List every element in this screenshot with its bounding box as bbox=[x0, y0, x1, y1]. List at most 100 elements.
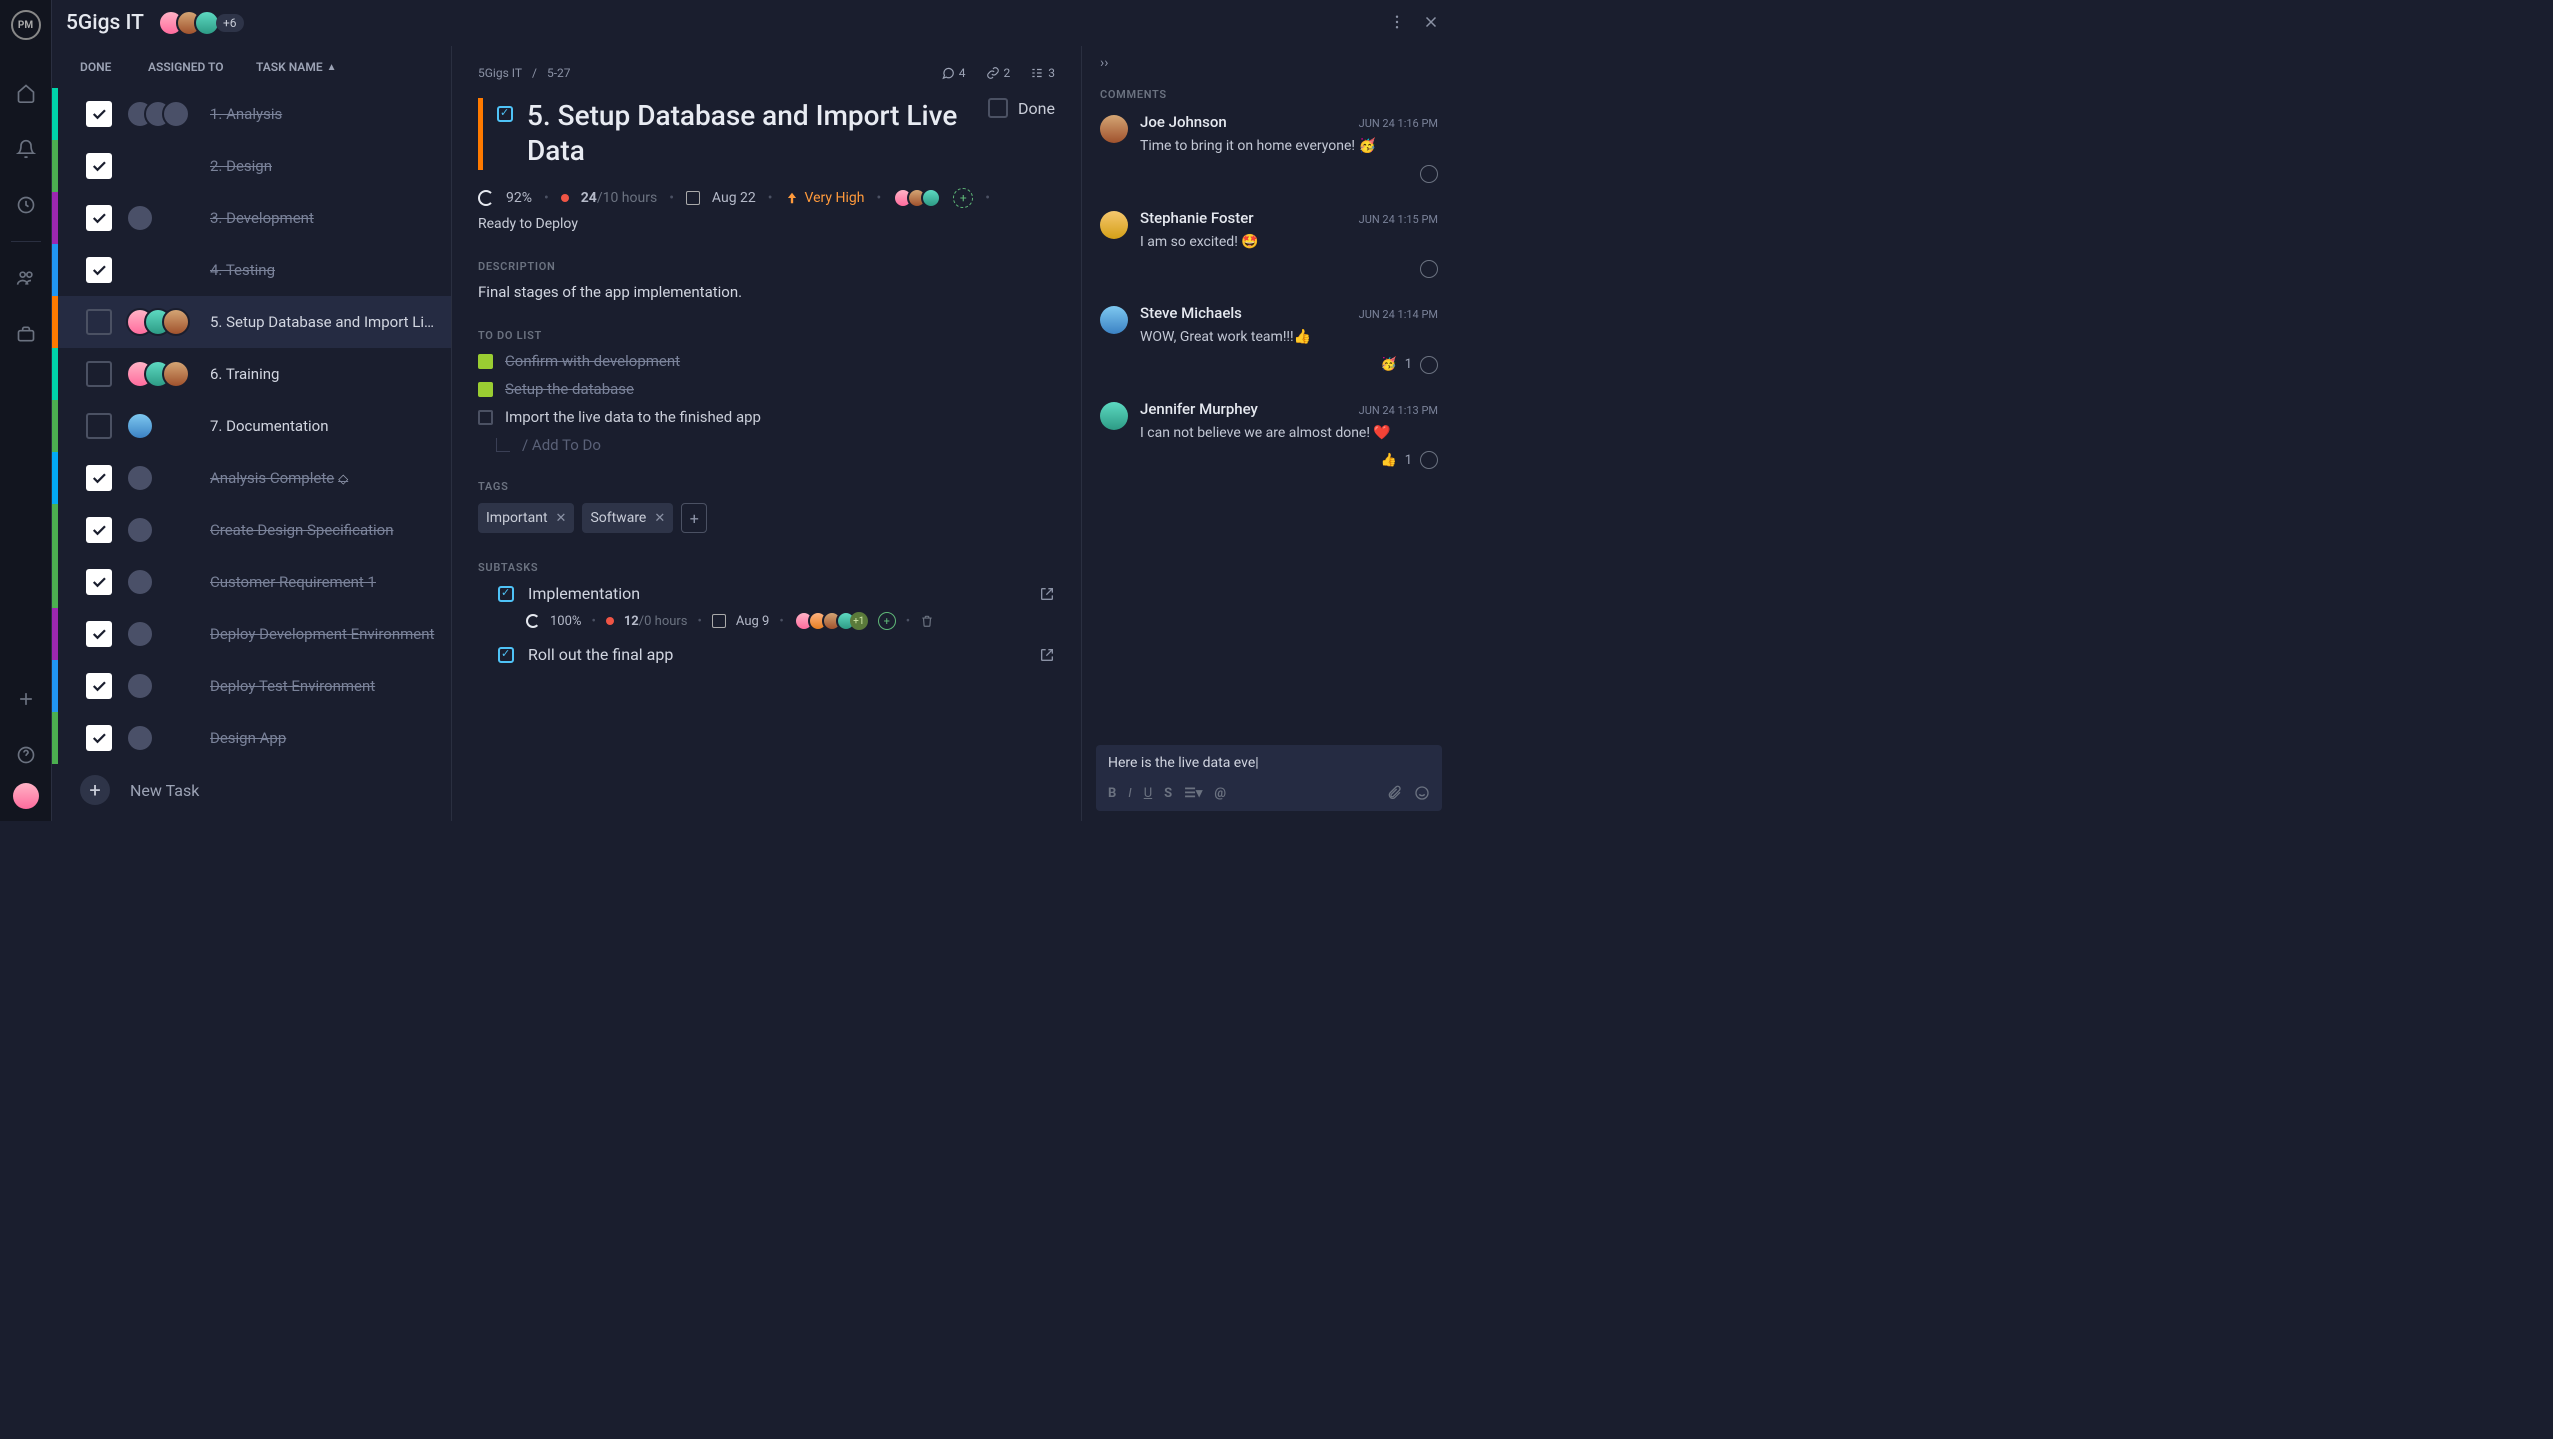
open-subtask-icon[interactable] bbox=[1039, 647, 1055, 663]
crumb-id[interactable]: 5-27 bbox=[547, 66, 571, 80]
due-date[interactable]: Aug 22 bbox=[712, 190, 756, 206]
task-status[interactable]: Ready to Deploy bbox=[478, 216, 1055, 232]
plus-icon[interactable] bbox=[14, 687, 38, 711]
comment-author[interactable]: Stephanie Foster bbox=[1140, 209, 1349, 227]
priority[interactable]: Very High bbox=[785, 190, 865, 206]
task-assignees[interactable] bbox=[126, 412, 196, 440]
task-assignees[interactable] bbox=[126, 464, 196, 492]
comment-reactions[interactable] bbox=[1140, 165, 1438, 183]
add-task-button[interactable]: + bbox=[80, 775, 110, 805]
comment-avatar[interactable] bbox=[1100, 211, 1128, 239]
comment-reactions[interactable]: 👍1 bbox=[1140, 451, 1438, 469]
tag-chip[interactable]: Important✕ bbox=[478, 503, 574, 533]
add-todo-input[interactable]: / Add To Do bbox=[496, 436, 1055, 454]
comments-count[interactable]: 4 bbox=[941, 66, 966, 80]
task-assignees[interactable] bbox=[126, 568, 196, 596]
comment-author[interactable]: Joe Johnson bbox=[1140, 113, 1349, 131]
task-row[interactable]: 5. Setup Database and Import Live Data bbox=[52, 296, 451, 348]
add-assignee-button[interactable]: + bbox=[878, 612, 896, 630]
comment-reactions[interactable]: 🥳1 bbox=[1140, 356, 1438, 374]
italic-button[interactable]: I bbox=[1128, 786, 1131, 801]
tag-remove-icon[interactable]: ✕ bbox=[556, 511, 567, 526]
done-checkbox[interactable]: Done bbox=[988, 98, 1055, 118]
todo-item[interactable]: Import the live data to the finished app bbox=[478, 408, 1055, 426]
task-row[interactable]: Design App bbox=[52, 712, 451, 764]
task-checkbox[interactable] bbox=[86, 309, 112, 335]
task-checkbox[interactable] bbox=[86, 621, 112, 647]
subtasks-count[interactable]: 3 bbox=[1030, 66, 1055, 80]
project-members[interactable]: +6 bbox=[158, 10, 244, 36]
task-title[interactable]: 5. Setup Database and Import Live Data bbox=[527, 98, 974, 168]
task-assignees[interactable] bbox=[126, 308, 196, 336]
crumb-project[interactable]: 5Gigs IT bbox=[478, 66, 522, 80]
task-checkbox[interactable] bbox=[86, 257, 112, 283]
more-assignees-badge[interactable]: +1 bbox=[850, 612, 868, 630]
collapse-comments-icon[interactable]: ›› bbox=[1100, 55, 1108, 71]
subtask-name[interactable]: Roll out the final app bbox=[528, 645, 1025, 664]
clock-icon[interactable] bbox=[14, 193, 38, 217]
task-assignees[interactable] bbox=[126, 360, 196, 388]
task-assignees[interactable] bbox=[126, 724, 196, 752]
task-row[interactable]: 4. Testing bbox=[52, 244, 451, 296]
open-subtask-icon[interactable] bbox=[1039, 586, 1055, 602]
col-done[interactable]: DONE bbox=[80, 60, 130, 74]
hours-spent[interactable]: 24/10 hours bbox=[581, 190, 657, 206]
col-assigned[interactable]: ASSIGNED TO bbox=[148, 60, 238, 74]
delete-subtask-icon[interactable] bbox=[920, 614, 934, 628]
add-reaction-icon[interactable] bbox=[1420, 451, 1438, 469]
task-assignees[interactable] bbox=[126, 620, 196, 648]
attach-icon[interactable] bbox=[1386, 785, 1402, 801]
add-reaction-icon[interactable] bbox=[1420, 260, 1438, 278]
briefcase-icon[interactable] bbox=[14, 322, 38, 346]
task-checkbox[interactable] bbox=[86, 517, 112, 543]
todo-item[interactable]: Confirm with development bbox=[478, 352, 1055, 370]
comment-author[interactable]: Jennifer Murphey bbox=[1140, 400, 1349, 418]
task-row[interactable]: 6. Training bbox=[52, 348, 451, 400]
task-assignees[interactable] bbox=[893, 188, 941, 208]
mention-button[interactable]: @ bbox=[1214, 786, 1226, 801]
task-row[interactable]: Deploy Development Environment bbox=[52, 608, 451, 660]
todo-item[interactable]: Setup the database bbox=[478, 380, 1055, 398]
add-reaction-icon[interactable] bbox=[1420, 356, 1438, 374]
app-logo[interactable]: PM bbox=[11, 10, 41, 40]
task-row[interactable]: Deploy Test Environment bbox=[52, 660, 451, 712]
subtask-name[interactable]: Implementation bbox=[528, 584, 1025, 603]
more-members-chip[interactable]: +6 bbox=[216, 14, 244, 32]
task-row[interactable]: 7. Documentation bbox=[52, 400, 451, 452]
task-checkbox[interactable] bbox=[86, 153, 112, 179]
task-row[interactable]: 3. Development bbox=[52, 192, 451, 244]
tag-chip[interactable]: Software✕ bbox=[582, 503, 673, 533]
user-avatar[interactable] bbox=[13, 783, 39, 809]
comment-input[interactable]: Here is the live data eve bbox=[1108, 755, 1430, 775]
tag-remove-icon[interactable]: ✕ bbox=[654, 511, 665, 526]
todo-checkbox[interactable] bbox=[478, 382, 493, 397]
task-row[interactable]: Customer Requirement 1 bbox=[52, 556, 451, 608]
more-menu-icon[interactable] bbox=[1388, 13, 1408, 33]
bell-icon[interactable] bbox=[14, 137, 38, 161]
subtask-assignees[interactable]: +1 bbox=[794, 611, 868, 631]
list-button[interactable]: ☰▾ bbox=[1184, 786, 1202, 801]
task-assignees[interactable] bbox=[126, 516, 196, 544]
task-row[interactable]: Analysis Complete◇ bbox=[52, 452, 451, 504]
links-count[interactable]: 2 bbox=[986, 66, 1011, 80]
task-checkbox[interactable] bbox=[86, 101, 112, 127]
task-checkbox[interactable] bbox=[86, 673, 112, 699]
help-icon[interactable] bbox=[14, 743, 38, 767]
task-row[interactable]: Create Design Specification bbox=[52, 504, 451, 556]
task-checkbox[interactable] bbox=[86, 205, 112, 231]
comment-reactions[interactable] bbox=[1140, 260, 1438, 278]
bold-button[interactable]: B bbox=[1108, 786, 1116, 801]
comment-avatar[interactable] bbox=[1100, 115, 1128, 143]
underline-button[interactable]: U bbox=[1144, 786, 1152, 801]
project-title[interactable]: 5Gigs IT bbox=[66, 11, 144, 35]
comment-author[interactable]: Steve Michaels bbox=[1140, 304, 1349, 322]
close-icon[interactable] bbox=[1422, 13, 1442, 33]
task-checkbox[interactable] bbox=[86, 465, 112, 491]
task-checkbox[interactable] bbox=[86, 569, 112, 595]
task-row[interactable]: 2. Design bbox=[52, 140, 451, 192]
add-assignee-button[interactable]: + bbox=[953, 188, 973, 208]
new-task-row[interactable]: + New Task bbox=[52, 764, 451, 816]
task-checkbox[interactable] bbox=[86, 725, 112, 751]
todo-checkbox[interactable] bbox=[478, 410, 493, 425]
description-text[interactable]: Final stages of the app implementation. bbox=[478, 283, 1055, 301]
